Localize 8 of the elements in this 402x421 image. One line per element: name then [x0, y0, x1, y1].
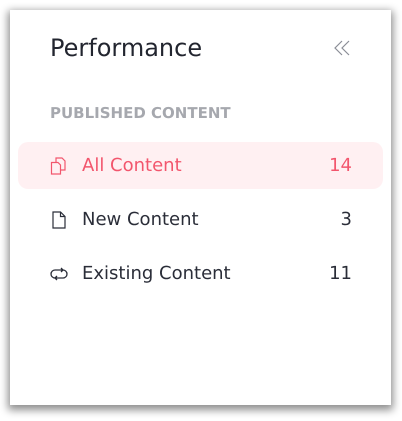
nav-item[interactable]: New Content 3 [18, 196, 383, 243]
panel-title: Performance [50, 34, 202, 62]
file-icon [50, 210, 68, 228]
sync-icon [50, 264, 68, 282]
nav-item[interactable]: Existing Content 11 [18, 250, 383, 297]
documents-icon [50, 156, 68, 174]
section-label: PUBLISHED CONTENT [49, 104, 232, 122]
collapse-icon[interactable] [333, 39, 351, 57]
